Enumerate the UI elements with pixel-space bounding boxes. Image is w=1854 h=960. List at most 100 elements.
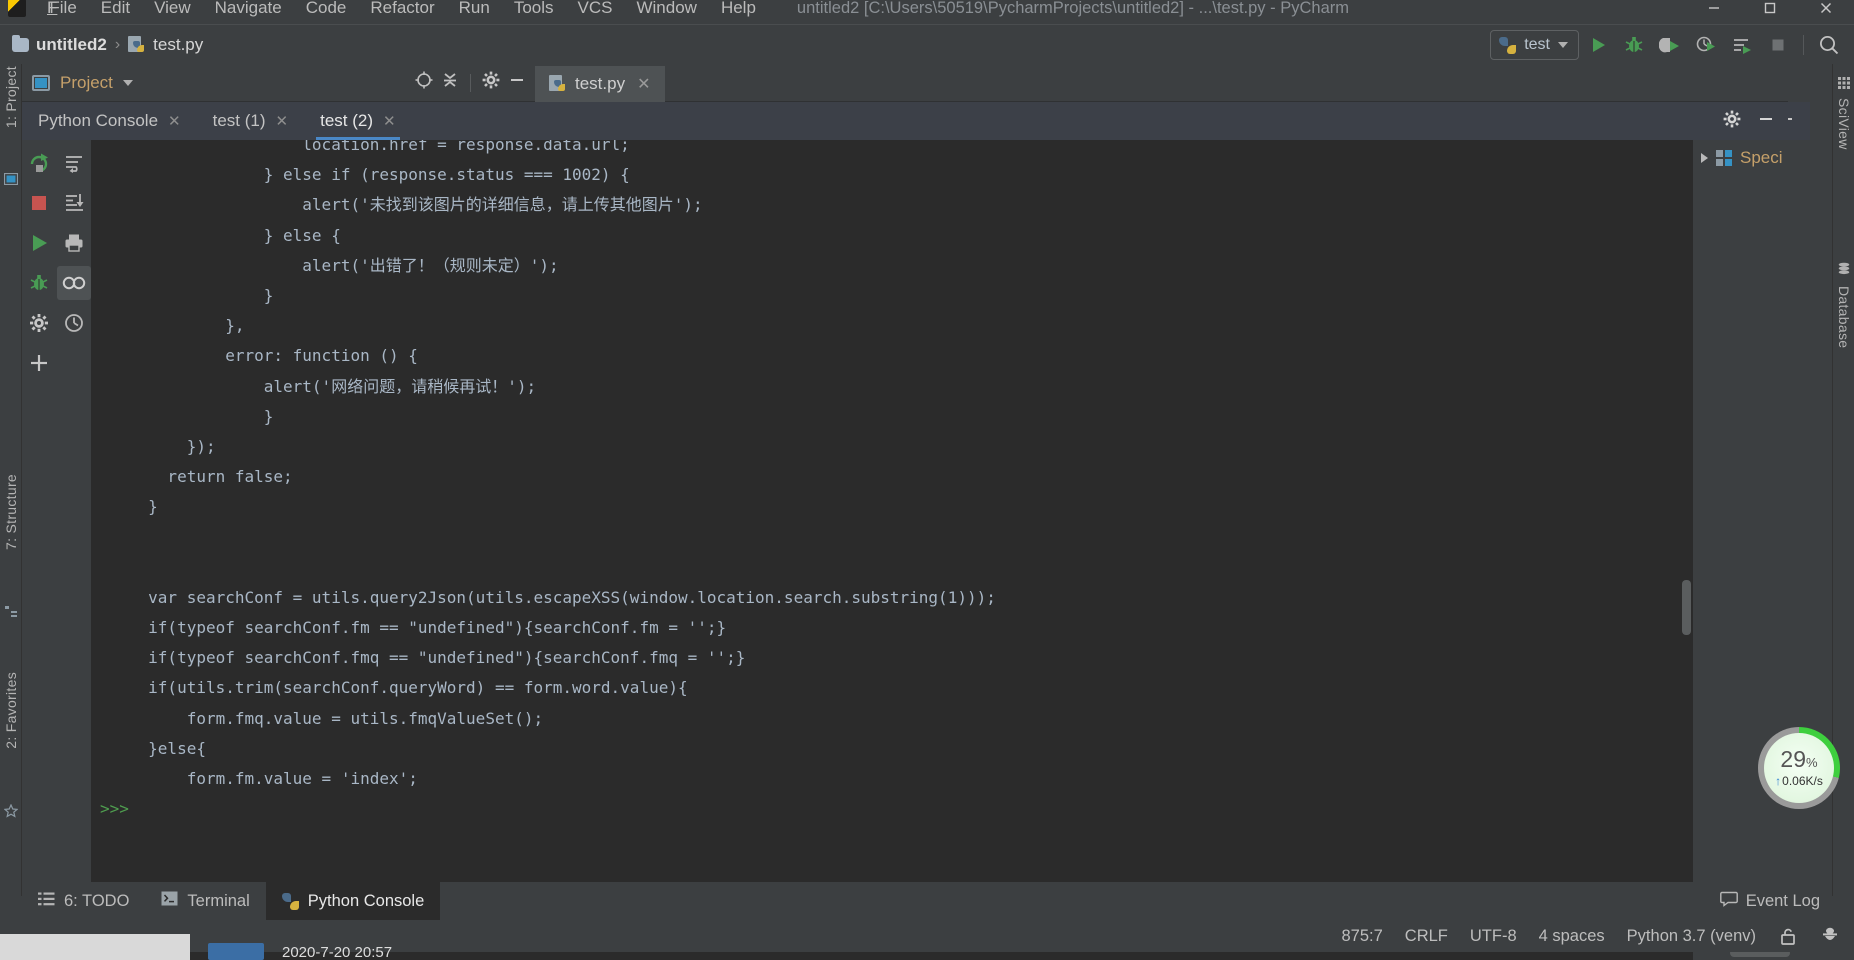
- left-tool-stripe: 1: Project 7: Structure 2: Favorites: [0, 64, 22, 896]
- menu-item-code[interactable]: Code: [295, 0, 358, 20]
- python-file-icon: [128, 35, 146, 54]
- console-tab-test-2[interactable]: test (2) ✕: [304, 102, 411, 140]
- locate-target-icon[interactable]: [414, 70, 434, 95]
- menu-item-navigate[interactable]: Navigate: [204, 0, 293, 20]
- hector-icon[interactable]: [1820, 926, 1840, 946]
- history-icon[interactable]: [57, 306, 91, 340]
- console-code-line: }: [100, 406, 274, 426]
- soft-wrap-icon[interactable]: [57, 146, 91, 180]
- sidebar-item-structure[interactable]: 7: Structure: [3, 474, 19, 550]
- hide-icon[interactable]: [1756, 109, 1776, 134]
- network-speed-widget[interactable]: 29% ↑ 0.06K/s: [1758, 727, 1840, 809]
- settings-icon[interactable]: [22, 306, 56, 340]
- python-console-output[interactable]: location.href = response.data.url; } els…: [92, 140, 1693, 882]
- upload-arrow-icon: ↑: [1775, 774, 1782, 788]
- run-configuration-selector[interactable]: test: [1490, 30, 1579, 60]
- chevron-down-icon[interactable]: [122, 79, 133, 86]
- sidebar-item-sciview[interactable]: SciView: [1836, 98, 1852, 150]
- console-vertical-scrollbar[interactable]: [1682, 580, 1691, 635]
- stop-icon[interactable]: [22, 186, 56, 220]
- caret-position[interactable]: 875:7: [1341, 927, 1382, 946]
- menu-item-view[interactable]: View: [143, 0, 202, 20]
- profile-button[interactable]: [1689, 28, 1723, 62]
- menu-item-vcs[interactable]: VCS: [567, 0, 624, 20]
- menu-item-tools[interactable]: Tools: [503, 0, 565, 20]
- network-widget-inner: 29% ↑ 0.06K/s: [1764, 733, 1834, 803]
- stop-button[interactable]: [1761, 28, 1795, 62]
- show-variables-icon[interactable]: [56, 266, 91, 300]
- menu-item-file[interactable]: FFile: [36, 0, 88, 20]
- maximize-button[interactable]: [1742, 0, 1798, 24]
- close-icon[interactable]: ✕: [383, 112, 396, 130]
- close-icon[interactable]: ✕: [168, 112, 181, 130]
- status-bar: 875:7 CRLF UTF-8 4 spaces Python 3.7 (ve…: [0, 920, 1854, 952]
- sidebar-item-favorites[interactable]: 2: Favorites: [3, 672, 19, 749]
- add-icon[interactable]: [22, 346, 56, 380]
- console-run-toolbar: [22, 140, 56, 882]
- console-code-line: } else if (response.status === 1002) {: [100, 165, 630, 185]
- bottom-tool-python-console[interactable]: Python Console: [265, 882, 441, 920]
- debug-icon[interactable]: [22, 266, 56, 300]
- console-code-line: if(typeof searchConf.fmq == "undefined")…: [100, 648, 746, 668]
- line-separator[interactable]: CRLF: [1405, 927, 1448, 946]
- menu-item-edit[interactable]: Edit: [90, 0, 141, 20]
- console-code-line: form.fm.value = 'index';: [100, 768, 418, 788]
- console-code-line: error: function () {: [100, 346, 418, 366]
- breadcrumb-file[interactable]: test.py: [128, 35, 203, 55]
- run-button[interactable]: [1581, 28, 1615, 62]
- close-icon[interactable]: ✕: [276, 112, 289, 130]
- run-icon[interactable]: [22, 226, 56, 260]
- scroll-to-end-icon[interactable]: [57, 186, 91, 220]
- database-icon: [1837, 262, 1851, 276]
- file-encoding[interactable]: UTF-8: [1470, 927, 1517, 946]
- indent-setting[interactable]: 4 spaces: [1539, 927, 1605, 946]
- breadcrumb-project[interactable]: untitled2: [12, 34, 107, 55]
- rerun-icon[interactable]: [22, 146, 56, 180]
- sidebar-item-database[interactable]: Database: [1836, 286, 1852, 348]
- bottom-tool-terminal[interactable]: Terminal: [145, 882, 265, 920]
- console-tab-label: test (2): [320, 111, 373, 130]
- menu-label-refactor: Refactor: [370, 0, 435, 17]
- python-icon: [1499, 36, 1517, 54]
- expand-arrow-icon[interactable]: [1701, 153, 1708, 163]
- gear-icon[interactable]: [1722, 109, 1742, 134]
- navigation-bar: untitled2 › test.py test: [0, 24, 1854, 64]
- minimize-button[interactable]: [1686, 0, 1742, 24]
- debug-button[interactable]: [1617, 28, 1651, 62]
- console-code-line: });: [100, 436, 216, 456]
- editor-tab-test-py[interactable]: test.py ✕: [535, 66, 665, 102]
- console-prompt[interactable]: >>>: [92, 794, 996, 824]
- run-with-console-button[interactable]: [1725, 28, 1759, 62]
- search-everywhere-icon[interactable]: [1812, 28, 1846, 62]
- close-button[interactable]: [1798, 0, 1854, 24]
- project-panel-actions: [414, 70, 535, 95]
- run-toolbar: test: [1490, 25, 1846, 65]
- close-icon[interactable]: ✕: [637, 74, 650, 94]
- console-code-line: } else {: [100, 225, 341, 245]
- menu-item-window[interactable]: Window: [625, 0, 707, 20]
- pycharm-logo-icon: [6, 0, 28, 19]
- python-icon: [281, 892, 299, 910]
- menu-item-run[interactable]: Run: [448, 0, 501, 20]
- console-tab-python-console[interactable]: Python Console ✕: [22, 102, 197, 140]
- hide-icon[interactable]: [507, 70, 527, 95]
- coverage-button[interactable]: [1653, 28, 1687, 62]
- gear-icon[interactable]: [481, 70, 501, 95]
- console-tab-test-1[interactable]: test (1) ✕: [197, 102, 304, 140]
- menu-item-refactor[interactable]: Refactor: [359, 0, 445, 20]
- console-code-line: }: [100, 497, 158, 517]
- bottom-tool-todo[interactable]: 6: TODO: [22, 882, 145, 920]
- taskbar-window-thumbnail[interactable]: [208, 943, 264, 960]
- menu-label-edit: Edit: [100, 0, 131, 17]
- menu-label-tools: Tools: [513, 0, 554, 17]
- sidebar-item-project[interactable]: 1: Project: [3, 66, 19, 128]
- event-log-button[interactable]: Event Log: [1719, 891, 1832, 912]
- special-variables-row[interactable]: Speci: [1693, 140, 1788, 168]
- lock-icon[interactable]: [1778, 926, 1798, 946]
- menu-item-help[interactable]: Help: [710, 0, 767, 20]
- print-icon[interactable]: [57, 226, 91, 260]
- bottom-tool-python-console-label: Python Console: [307, 891, 425, 910]
- collapse-all-icon[interactable]: [440, 70, 460, 95]
- python-interpreter[interactable]: Python 3.7 (venv): [1627, 927, 1756, 946]
- project-panel-header: Project: [22, 64, 535, 102]
